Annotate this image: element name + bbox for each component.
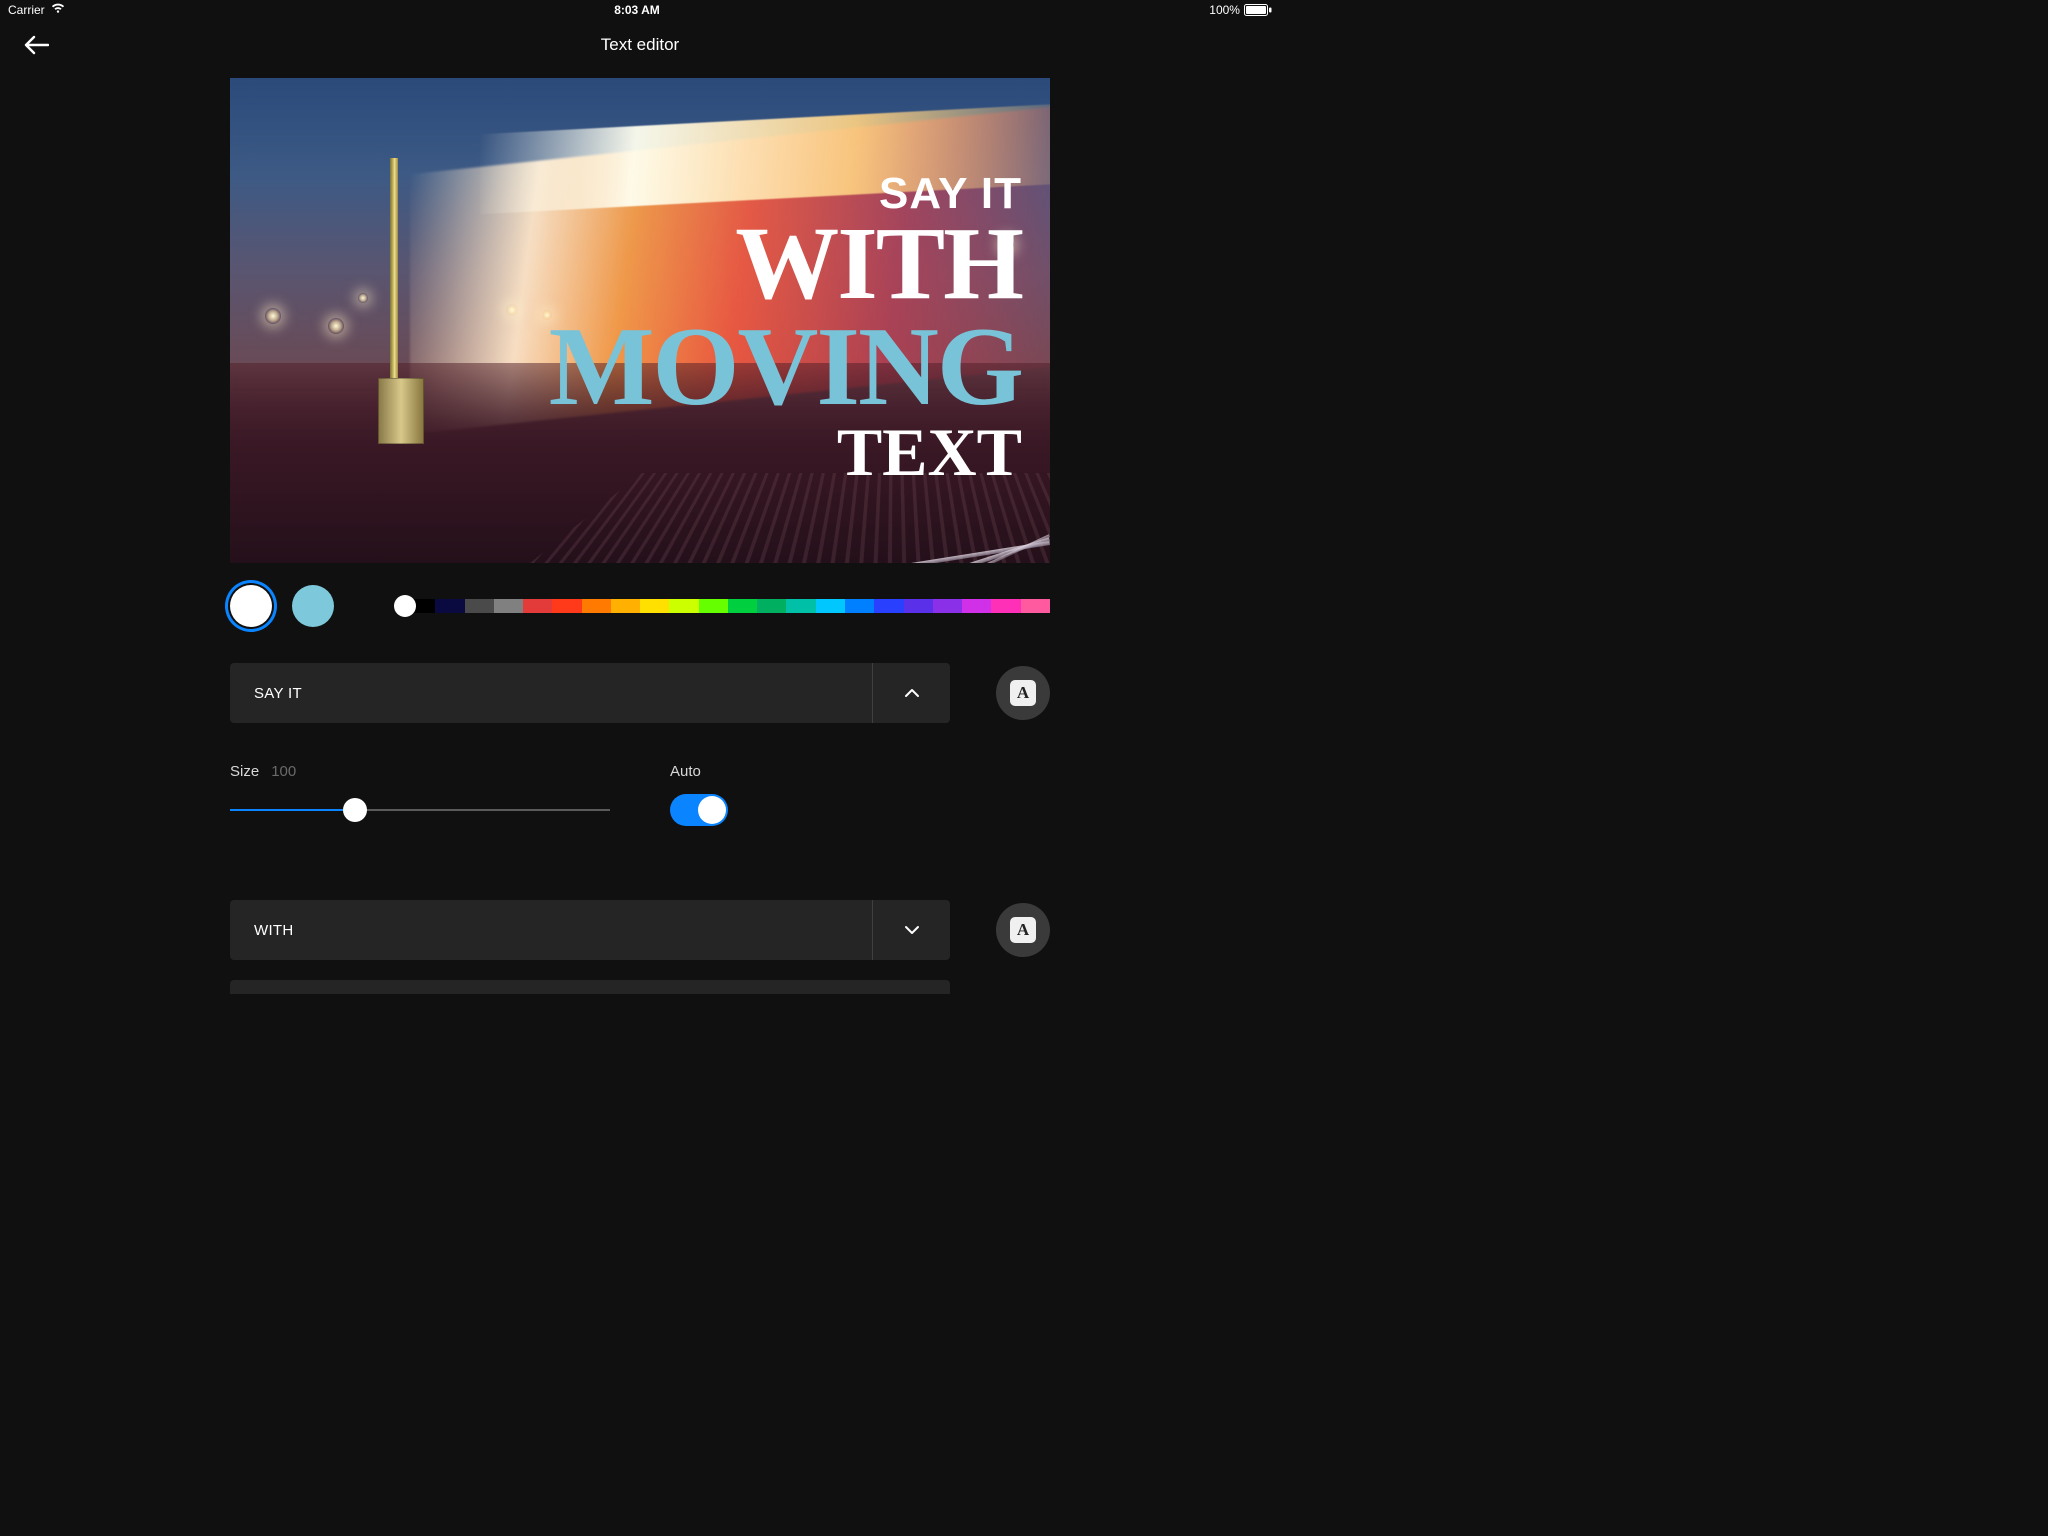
text-panel-next-peek[interactable] <box>230 980 950 994</box>
font-a-icon: A <box>1010 680 1036 706</box>
preview-canvas[interactable]: SAY IT WITH MOVING TEXT <box>230 78 1050 563</box>
panel-label: SAY IT <box>230 685 302 702</box>
status-left: Carrier <box>8 3 65 17</box>
status-bar: Carrier 8:03 AM 100% <box>0 0 1280 20</box>
font-a-icon: A <box>1010 917 1036 943</box>
color-swatch-secondary[interactable] <box>292 585 334 627</box>
slider-thumb[interactable] <box>343 798 367 822</box>
controls-row: Size 100 Auto <box>230 763 1050 826</box>
gradient-handle[interactable] <box>394 595 416 617</box>
page-title: Text editor <box>601 35 679 55</box>
status-right: 100% <box>1209 3 1272 17</box>
text-panels: SAY IT A <box>230 663 1050 733</box>
wifi-icon <box>51 3 65 17</box>
panel-row-2: WITH A <box>230 900 1050 960</box>
carrier-label: Carrier <box>8 3 45 17</box>
color-swatch-primary[interactable] <box>230 585 272 627</box>
panel-row-1: SAY IT A <box>230 663 1050 723</box>
auto-switch[interactable] <box>670 794 728 826</box>
text-panels-2: WITH A <box>230 900 1050 970</box>
size-value: 100 <box>271 763 296 780</box>
panel-label: WITH <box>230 922 294 939</box>
font-style-button[interactable]: A <box>996 903 1050 957</box>
size-slider[interactable] <box>230 798 610 822</box>
back-arrow-icon <box>23 34 49 56</box>
color-picker-row <box>230 585 1050 627</box>
status-time: 8:03 AM <box>614 3 660 17</box>
battery-label: 100% <box>1209 3 1240 17</box>
preview-line-2: WITH <box>549 215 1022 314</box>
chevron-down-icon <box>904 925 920 935</box>
nav-bar: Text editor <box>0 20 1280 70</box>
preview-line-4: TEXT <box>549 420 1022 485</box>
auto-control: Auto <box>670 763 728 826</box>
size-label: Size <box>230 763 259 780</box>
text-panel-say-it[interactable]: SAY IT <box>230 663 950 723</box>
preview-text-block[interactable]: SAY IT WITH MOVING TEXT <box>549 173 1022 485</box>
battery-icon <box>1244 4 1272 16</box>
font-style-button[interactable]: A <box>996 666 1050 720</box>
content: SAY IT WITH MOVING TEXT SAY IT A <box>0 70 1280 994</box>
panel-toggle[interactable] <box>872 663 950 723</box>
auto-label: Auto <box>670 763 728 780</box>
panel-toggle[interactable] <box>872 900 950 960</box>
size-control: Size 100 <box>230 763 610 826</box>
text-panel-with[interactable]: WITH <box>230 900 950 960</box>
back-button[interactable] <box>16 25 56 65</box>
chevron-up-icon <box>904 688 920 698</box>
preview-line-3: MOVING <box>549 314 1022 420</box>
color-gradient-slider[interactable] <box>394 599 1050 613</box>
